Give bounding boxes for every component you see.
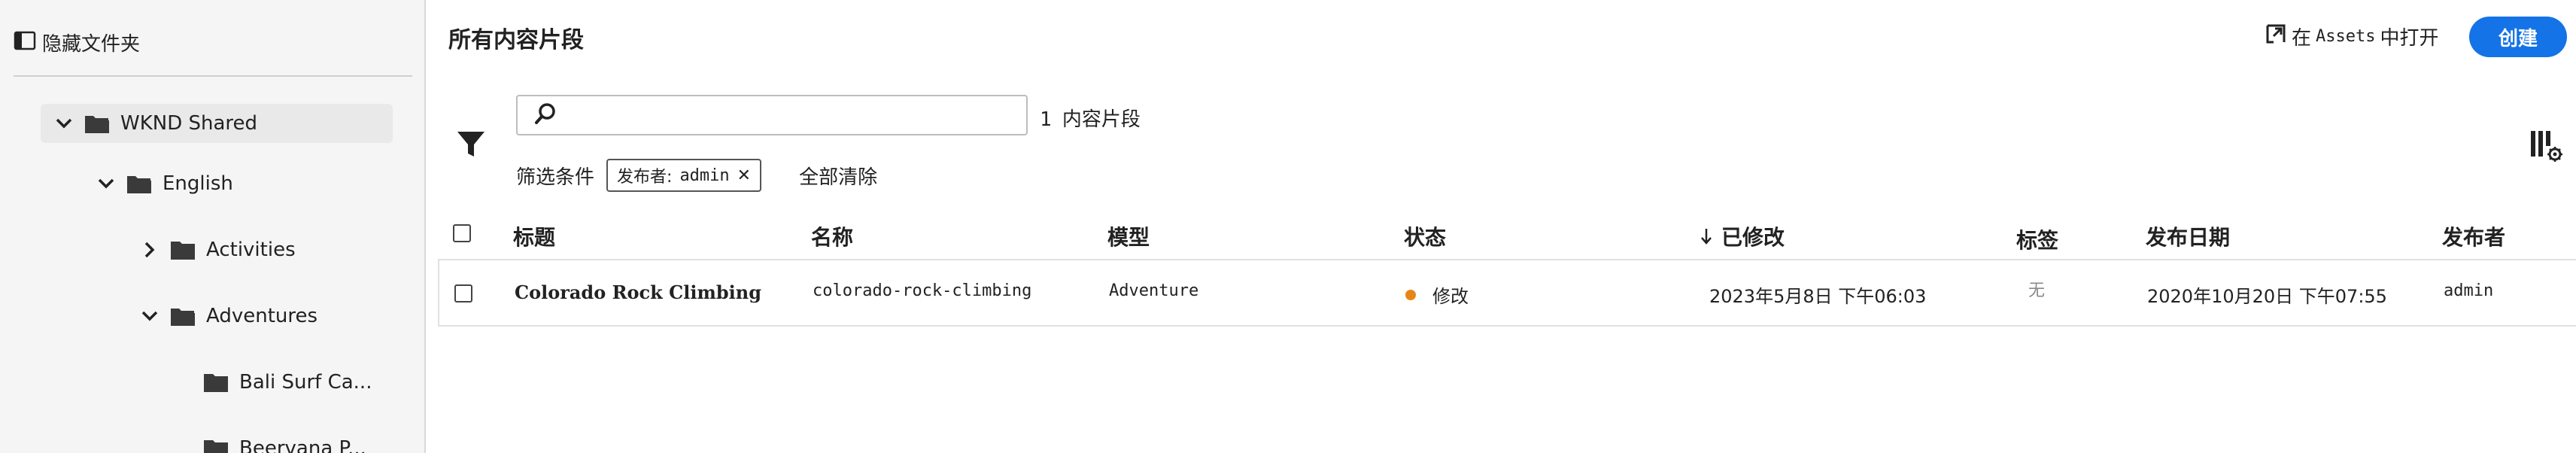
tree-item-adventures[interactable]: Adventures [140, 296, 317, 336]
open-in-assets-text: Assets [2316, 26, 2376, 46]
row-published-date: 2020年10月20日 下午07:55 [2147, 286, 2387, 307]
row-name: colorado-rock-climbing [813, 281, 1032, 300]
row-model: Adventure [1109, 281, 1199, 300]
search-icon [534, 102, 557, 128]
column-header-model[interactable]: 模型 [1107, 221, 1150, 251]
filter-chip-key: 发布者: [617, 168, 673, 187]
column-header-status[interactable]: 状态 [1404, 221, 1446, 251]
hide-folders-label: 隐藏文件夹 [42, 32, 141, 56]
result-count: 1 内容片段 [1040, 104, 1141, 132]
create-button[interactable]: 创建 [2469, 17, 2567, 57]
result-count-label: 内容片段 [1062, 108, 1141, 131]
tree-item-label: English [163, 172, 233, 195]
arrow-down-icon [1700, 228, 1712, 245]
tree-item-beervana[interactable]: Beervana P... [193, 429, 366, 453]
column-header-tags[interactable]: 标签 [2016, 224, 2058, 254]
open-external-icon [2265, 23, 2287, 50]
tree-item-label: Bali Surf Ca... [239, 371, 372, 394]
row-tags: 无 [2028, 281, 2046, 300]
column-header-name[interactable]: 名称 [811, 221, 853, 251]
result-count-number: 1 [1040, 108, 1052, 131]
row-status-label: 修改 [1432, 286, 1469, 307]
table-row[interactable]: Colorado Rock Climbing colorado-rock-cli… [438, 259, 2576, 327]
folder-sidebar: 隐藏文件夹 WKND Shared English Activities Adv… [0, 0, 426, 453]
table-header: 标题 名称 模型 状态 已修改 标签 发布日期 发布者 [438, 211, 2576, 259]
tree-item-label: Activities [206, 239, 296, 261]
content-fragments-table: 标题 名称 模型 状态 已修改 标签 发布日期 发布者 Colorado Roc… [438, 211, 2576, 327]
folder-icon [170, 306, 196, 327]
close-icon[interactable]: ✕ [737, 166, 751, 185]
row-publisher: admin [2444, 281, 2494, 300]
tree-item-label: Beervana P... [239, 437, 366, 453]
status-dot-icon [1405, 289, 1416, 300]
panel-left-icon [14, 31, 36, 53]
column-header-modified-label: 已修改 [1721, 225, 1785, 250]
tree-item-english[interactable]: English [96, 164, 233, 203]
open-in-assets-button[interactable]: 在 Assets 中打开 [2265, 21, 2439, 51]
chevron-right-icon[interactable] [140, 242, 159, 258]
filter-chip-publisher[interactable]: 发布者: admin ✕ [606, 159, 762, 192]
search-field[interactable] [516, 95, 1028, 135]
select-all-checkbox[interactable] [453, 224, 471, 242]
column-header-title[interactable]: 标题 [513, 221, 555, 251]
column-header-published-date[interactable]: 发布日期 [2146, 221, 2230, 251]
row-title-link[interactable]: Colorado Rock Climbing [515, 281, 761, 303]
folder-icon [203, 438, 229, 453]
filter-icon[interactable] [456, 129, 486, 163]
chevron-down-icon[interactable] [54, 118, 74, 129]
tree-item-activities[interactable]: Activities [140, 230, 296, 269]
filter-label: 筛选条件 [516, 166, 595, 189]
tree-item-bali-surf[interactable]: Bali Surf Ca... [193, 363, 372, 402]
sidebar-divider [14, 75, 412, 77]
row-modified: 2023年5月8日 下午06:03 [1709, 286, 1927, 307]
row-status: 修改 [1405, 281, 1469, 308]
clear-all-button[interactable]: 全部清除 [799, 162, 877, 190]
tree-item-label: Adventures [206, 305, 318, 327]
column-settings-icon[interactable] [2529, 129, 2562, 166]
main-panel: 所有内容片段 在 Assets 中打开 创建 1 内容片段 筛选条件 发布者: … [427, 0, 2576, 453]
hide-folders-button[interactable]: 隐藏文件夹 [14, 24, 140, 60]
tree-item-label: WKND Shared [120, 112, 258, 135]
folder-icon [126, 173, 152, 194]
row-checkbox[interactable] [454, 284, 472, 303]
column-header-modified[interactable]: 已修改 [1700, 221, 1785, 251]
page-title: 所有内容片段 [448, 27, 584, 53]
folder-icon [84, 113, 110, 134]
chevron-down-icon[interactable] [96, 178, 116, 189]
column-header-publisher[interactable]: 发布者 [2442, 221, 2505, 251]
open-in-prefix: 在 [2292, 26, 2312, 50]
tree-item-wknd-shared[interactable]: WKND Shared [41, 104, 393, 143]
chevron-down-icon[interactable] [140, 311, 159, 321]
open-in-suffix: 中打开 [2380, 26, 2439, 50]
active-filters: 筛选条件 发布者: admin ✕ 全部清除 [516, 158, 877, 193]
search-input[interactable] [566, 99, 1026, 132]
folder-icon [170, 239, 196, 260]
filter-chip-value: admin [679, 166, 730, 185]
folder-icon [203, 372, 229, 393]
